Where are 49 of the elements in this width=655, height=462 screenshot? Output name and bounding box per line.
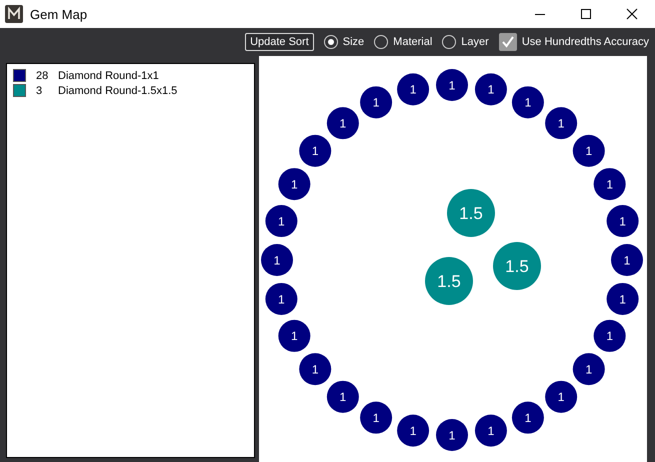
gem-circle: 1 xyxy=(474,73,507,106)
gem-circle: 1.5 xyxy=(493,242,541,290)
gem-circle: 1 xyxy=(397,73,430,106)
gem-circle: 1 xyxy=(545,107,578,140)
gem-circle: 1.5 xyxy=(447,189,495,237)
gem-circle: 1 xyxy=(326,107,359,140)
gem-circle: 1 xyxy=(594,320,626,352)
app-logo-icon xyxy=(5,5,23,23)
checkbox-label: Use Hundredths Accuracy xyxy=(522,36,649,48)
gem-circle: 1 xyxy=(278,320,310,352)
checkbox[interactable] xyxy=(498,33,517,51)
gem-circle: 1 xyxy=(360,86,392,118)
gem-circle: 1 xyxy=(572,134,605,167)
gem-circle: 1 xyxy=(572,353,605,386)
gem-circle: 1 xyxy=(606,282,639,315)
window-title: Gem Map xyxy=(30,6,88,22)
radio-label: Layer xyxy=(461,36,489,48)
gem-circle: 1 xyxy=(299,134,332,167)
gem-name: Diamond Round-1.5x1.5 xyxy=(58,84,178,96)
gem-circle: 1 xyxy=(512,402,544,434)
gem-circle: 1 xyxy=(265,282,298,315)
gem-count: 28 xyxy=(36,70,50,82)
gem-circle: 1 xyxy=(261,244,293,276)
gem-circle: 1 xyxy=(326,380,359,413)
gem-circle: 1 xyxy=(397,414,430,447)
gem-circle: 1 xyxy=(512,86,544,118)
gem-circle: 1 xyxy=(360,402,392,434)
gem-circle: 1 xyxy=(606,205,639,238)
checkmark-icon xyxy=(500,35,515,49)
update-sort-button[interactable]: Update Sort xyxy=(245,33,314,51)
gem-count: 3 xyxy=(36,84,44,96)
gem-circle: 1 xyxy=(265,205,298,238)
gem-circle: 1 xyxy=(545,380,578,413)
radio-button[interactable] xyxy=(324,35,338,49)
gem-circle: 1.5 xyxy=(425,257,473,305)
radio-button[interactable] xyxy=(442,35,456,49)
radio-label: Size xyxy=(342,36,364,48)
gem-circle: 1 xyxy=(594,168,626,200)
radio-label: Material xyxy=(393,36,432,48)
gem-name: Diamond Round-1x1 xyxy=(58,70,159,82)
maximize-icon xyxy=(580,8,592,20)
radio-button[interactable] xyxy=(374,35,388,49)
gem-circle: 1 xyxy=(611,244,643,276)
gem-circle: 1 xyxy=(278,168,310,200)
gem-circle: 1 xyxy=(436,69,468,101)
gem-circle: 1 xyxy=(474,414,507,447)
gem-circle: 1 xyxy=(299,353,332,386)
gem-circle: 1 xyxy=(436,419,468,451)
close-icon xyxy=(626,8,638,20)
